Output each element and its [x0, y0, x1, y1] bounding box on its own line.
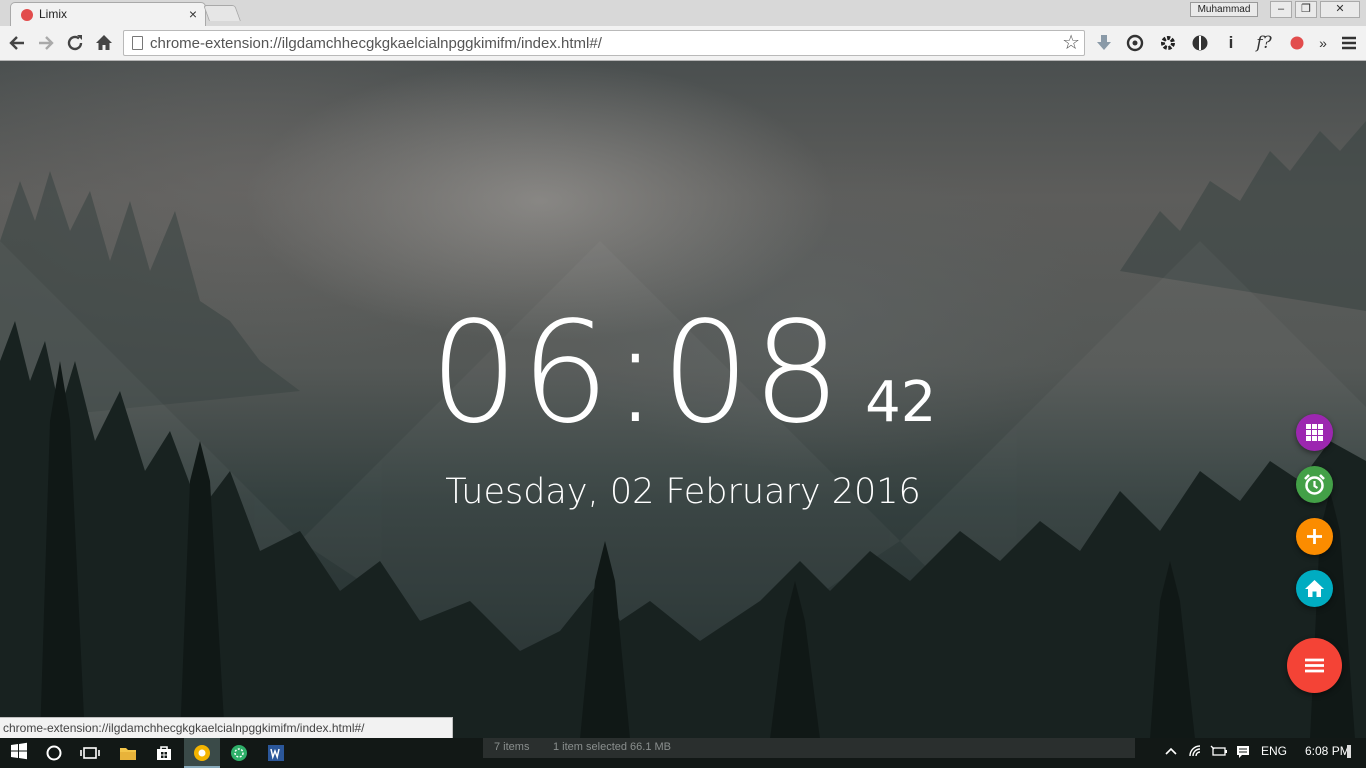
sync-extension-icon[interactable]	[1124, 32, 1146, 54]
file-explorer-icon[interactable]	[117, 742, 139, 764]
new-tab-button[interactable]	[203, 5, 241, 21]
clock-hours-minutes: 06:08	[429, 292, 844, 455]
reload-icon[interactable]	[64, 32, 86, 54]
show-hidden-icons-chevron-icon[interactable]	[1164, 744, 1178, 761]
browser-titlebar: Limix × Muhammad – ❐ ✕	[0, 0, 1366, 26]
task-view-icon[interactable]	[79, 742, 101, 764]
explorer-selection-info: 1 item selected 66.1 MB	[553, 741, 672, 753]
chrome-taskbar-icon[interactable]	[184, 738, 220, 768]
explorer-status-bar: 7 items 1 item selected 66.1 MB	[483, 738, 1135, 758]
alarm-clock-icon	[1304, 474, 1325, 495]
windows-taskbar: 7 items 1 item selected 66.1 MB ENG 6:08…	[0, 738, 1366, 768]
app-green-icon[interactable]	[228, 742, 250, 764]
tab-title: Limix	[39, 7, 68, 21]
add-button[interactable]	[1296, 518, 1333, 555]
plus-icon	[1307, 529, 1322, 544]
download-extension-icon[interactable]	[1093, 32, 1115, 54]
apps-grid-button[interactable]	[1296, 414, 1333, 451]
home-button[interactable]	[1296, 570, 1333, 607]
hamburger-menu-icon	[1305, 658, 1324, 673]
store-icon[interactable]	[153, 742, 175, 764]
tab-limix[interactable]: Limix ×	[10, 2, 206, 26]
home-icon[interactable]	[93, 32, 115, 54]
taskbar-clock[interactable]: 6:08 PM	[1305, 744, 1350, 758]
page-icon	[132, 36, 143, 50]
windows-start-icon[interactable]	[8, 742, 30, 764]
status-bar-url: chrome-extension://ilgdamchhecgkgkaelcia…	[0, 717, 453, 738]
f-extension-icon[interactable]: f?	[1253, 32, 1275, 54]
main-menu-button[interactable]	[1287, 638, 1342, 693]
back-icon[interactable]	[6, 32, 28, 54]
alarm-button[interactable]	[1296, 466, 1333, 503]
house-icon	[1305, 580, 1324, 597]
restore-button[interactable]: ❐	[1295, 1, 1317, 18]
word-icon[interactable]	[265, 742, 287, 764]
grid-icon	[1306, 424, 1323, 441]
profile-button[interactable]: Muhammad	[1190, 2, 1258, 17]
notifications-icon[interactable]	[1235, 744, 1251, 763]
shield-extension-icon[interactable]	[1189, 32, 1211, 54]
extensions-overflow-button[interactable]: »	[1312, 32, 1334, 54]
limix-extension-icon[interactable]	[1286, 32, 1308, 54]
battery-icon[interactable]	[1210, 744, 1228, 761]
settings-gear-icon[interactable]	[1157, 32, 1179, 54]
explorer-item-count: 7 items	[494, 741, 530, 753]
address-text[interactable]: chrome-extension://ilgdamchhecgkgkaelcia…	[150, 35, 602, 52]
tab-close-button[interactable]: ×	[189, 6, 197, 22]
tab-favicon-icon	[21, 9, 33, 21]
address-bar[interactable]: chrome-extension://ilgdamchhecgkgkaelcia…	[123, 30, 1085, 56]
close-window-button[interactable]: ✕	[1320, 1, 1360, 18]
minimize-button[interactable]: –	[1270, 1, 1292, 18]
date-display: Tuesday, 02 February 2016	[445, 472, 921, 512]
bookmark-star-icon[interactable]: ☆	[1062, 31, 1080, 55]
info-extension-icon[interactable]: i	[1220, 32, 1242, 54]
clock: 06:08 42	[0, 299, 1366, 449]
language-indicator[interactable]: ENG	[1261, 744, 1287, 758]
browser-toolbar: chrome-extension://ilgdamchhecgkgkaelcia…	[0, 26, 1366, 61]
clock-seconds: 42	[865, 370, 937, 435]
forward-icon[interactable]	[35, 32, 57, 54]
chrome-menu-icon[interactable]	[1338, 32, 1360, 54]
cortana-search-icon[interactable]	[43, 742, 65, 764]
wifi-icon[interactable]	[1188, 744, 1204, 761]
action-center-icon[interactable]	[1346, 744, 1358, 763]
limix-new-tab-page: 06:08 42 Tuesday, 02 February 2016	[0, 61, 1366, 739]
